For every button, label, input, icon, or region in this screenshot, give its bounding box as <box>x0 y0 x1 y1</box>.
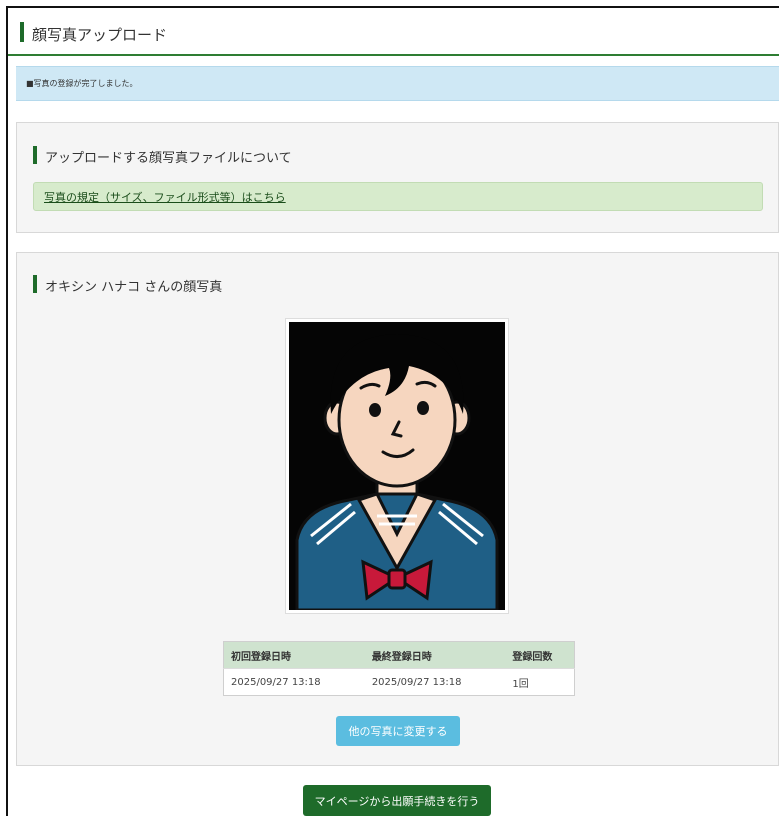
proceed-mypage-button[interactable]: マイページから出願手続きを行う <box>303 785 491 816</box>
face-photo <box>285 318 509 614</box>
success-notice: ■写真の登録が完了しました。 <box>16 66 779 101</box>
header-registration-count: 登録回数 <box>505 641 575 669</box>
table-header-row: 初回登録日時 最終登録日時 登録回数 <box>223 641 575 669</box>
file-info-heading: アップロードする顔写真ファイルについて <box>45 151 292 166</box>
table-row: 2025/09/27 13:18 2025/09/27 13:18 1回 <box>223 668 575 696</box>
file-info-section: アップロードする顔写真ファイルについて 写真の規定（サイズ、ファイル形式等）はこ… <box>16 122 779 233</box>
heading-accent-bar <box>33 275 37 293</box>
page-header: 顔写真アップロード <box>8 12 779 56</box>
photo-section: オキシン ハナコ さんの顔写真 初回登録日時 最終登録日時 登録回数 2025/… <box>16 252 779 766</box>
student-portrait-illustration <box>289 322 505 610</box>
heading-accent-bar <box>33 146 37 164</box>
registration-info-table: 初回登録日時 最終登録日時 登録回数 2025/09/27 13:18 2025… <box>223 641 575 696</box>
first-registered-value: 2025/09/27 13:18 <box>223 668 365 696</box>
photo-section-heading: オキシン ハナコ さんの顔写真 <box>45 280 223 295</box>
page-title: 顔写真アップロード <box>32 26 168 44</box>
last-registered-value: 2025/09/27 13:18 <box>364 668 506 696</box>
photo-rules-box: 写真の規定（サイズ、ファイル形式等）はこちら <box>33 182 763 211</box>
photo-rules-link[interactable]: 写真の規定（サイズ、ファイル形式等）はこちら <box>44 189 286 205</box>
header-first-registered: 初回登録日時 <box>223 641 365 669</box>
header-last-registered: 最終登録日時 <box>364 641 506 669</box>
heading-accent-bar <box>20 22 24 42</box>
notice-text: ■写真の登録が完了しました。 <box>26 79 138 88</box>
change-photo-button[interactable]: 他の写真に変更する <box>336 716 460 746</box>
registration-count-value: 1回 <box>505 668 575 696</box>
